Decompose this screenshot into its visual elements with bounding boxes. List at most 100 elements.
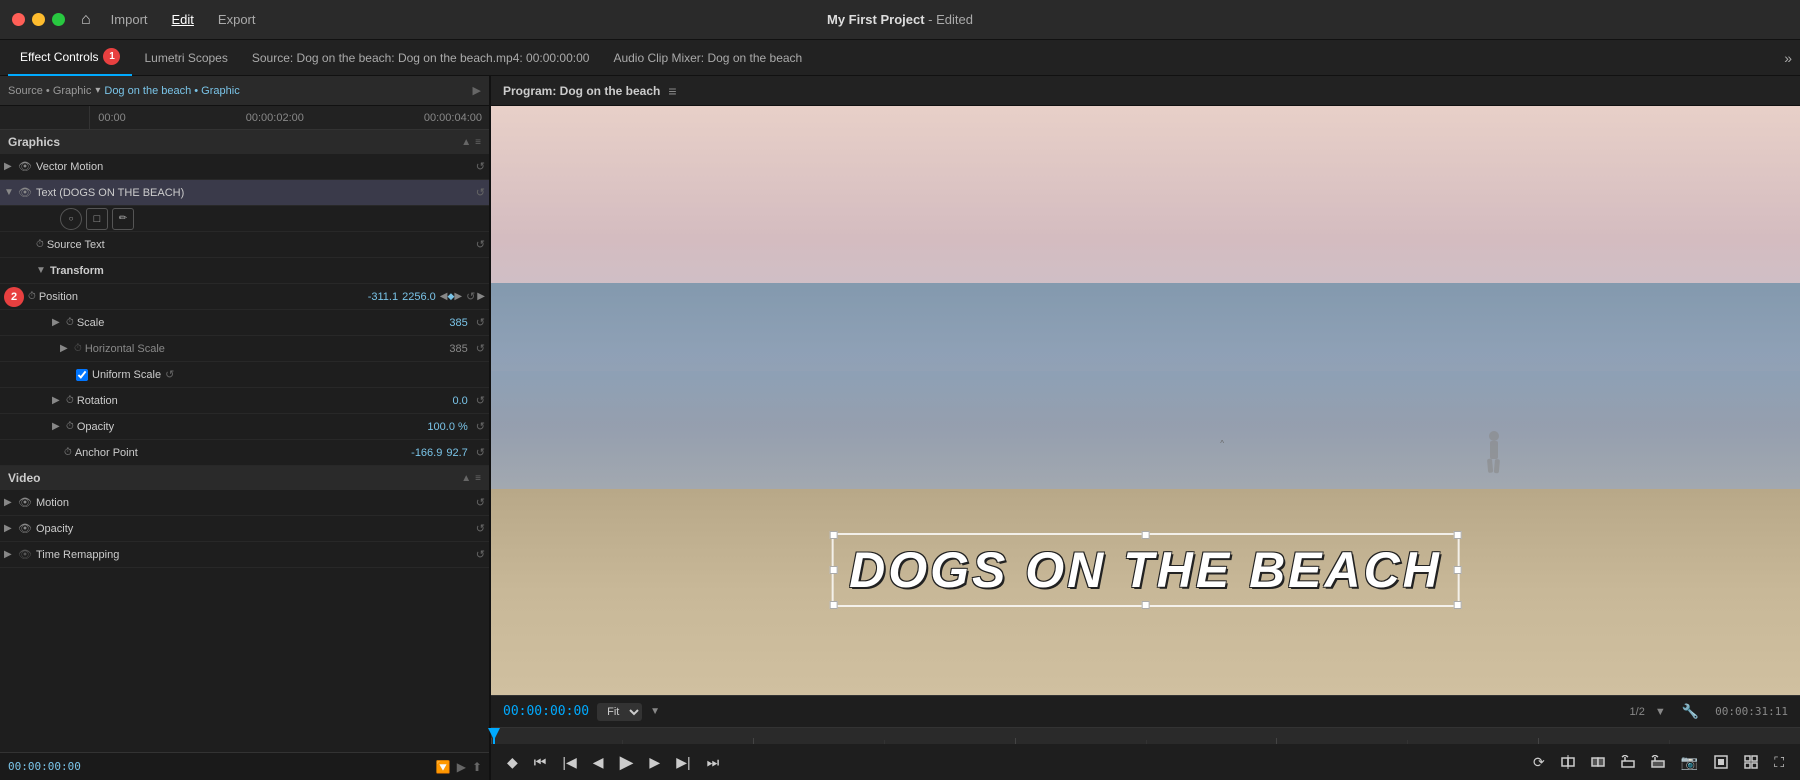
tab-expand-icon[interactable]: » [1784, 50, 1792, 66]
motion-visibility[interactable]: 👁 [18, 496, 32, 509]
opacity-video-reset[interactable]: ↺ [476, 522, 485, 535]
text-overlay-container[interactable]: DOGS ON THE BEACH [831, 533, 1460, 607]
source-text-stopwatch[interactable]: ⏱ [36, 239, 44, 250]
program-scale-dropdown[interactable]: ▼ [1655, 706, 1666, 718]
program-fit-select[interactable]: Fit [597, 703, 642, 721]
full-screen-button[interactable]: ⛶ [1770, 752, 1788, 773]
minimize-button[interactable] [32, 13, 45, 26]
rotation-stopwatch[interactable]: ⏱ [66, 395, 74, 406]
motion-reset[interactable]: ↺ [476, 496, 485, 509]
tab-source[interactable]: Source: Dog on the beach: Dog on the bea… [240, 40, 602, 76]
home-icon[interactable]: ⌂ [81, 11, 91, 29]
loop-button[interactable]: ⟳ [1529, 752, 1549, 773]
anchor-reset[interactable]: ↺ [476, 446, 485, 459]
uniform-scale-reset[interactable]: ↺ [165, 368, 174, 381]
capture-frame-button[interactable]: 📷 [1677, 752, 1702, 773]
add-marker-button[interactable]: ◆ [503, 752, 522, 773]
transform-toggle[interactable]: ▼ [36, 265, 48, 276]
rotation-value[interactable]: 0.0 [452, 395, 467, 407]
handle-tm[interactable] [1141, 531, 1149, 539]
overwrite-button[interactable] [1587, 753, 1609, 771]
opacity-stopwatch[interactable]: ⏱ [66, 421, 74, 432]
time-remap-toggle[interactable]: ▶ [4, 549, 16, 560]
settings-button[interactable] [1740, 753, 1762, 771]
step-back-button[interactable]: ⏮ [530, 752, 551, 773]
text-layer-toggle[interactable]: ▼ [4, 187, 16, 198]
opacity-video-toggle[interactable]: ▶ [4, 523, 16, 534]
pen-tool[interactable]: ✏ [112, 208, 134, 230]
graphics-scroll-up[interactable]: ▲ [461, 137, 471, 148]
source-text-reset[interactable]: ↺ [476, 238, 485, 251]
h-scale-reset[interactable]: ↺ [476, 342, 485, 355]
source-clip-link[interactable]: Dog on the beach • Graphic [104, 85, 239, 97]
extract-button[interactable] [1647, 753, 1669, 771]
scale-stopwatch[interactable]: ⏱ [66, 317, 74, 328]
lift-button[interactable] [1617, 753, 1639, 771]
vector-motion-toggle[interactable]: ▶ [4, 161, 16, 172]
ellipse-tool[interactable]: ○ [60, 208, 82, 230]
anchor-value-x[interactable]: -166.9 [411, 447, 442, 459]
video-scroll-up[interactable]: ▲ [461, 473, 471, 484]
motion-toggle[interactable]: ▶ [4, 497, 16, 508]
position-arrow-right[interactable]: ▶ [477, 291, 485, 302]
text-layer-row[interactable]: ▼ 👁 Text (DOGS ON THE BEACH) ↺ [0, 180, 489, 206]
rotation-toggle[interactable]: ▶ [52, 395, 64, 406]
filter-icon[interactable]: 🔽 [436, 760, 451, 774]
export-frame-button[interactable] [1710, 753, 1732, 771]
go-to-in-button[interactable]: |◀ [558, 752, 580, 773]
h-scale-value[interactable]: 385 [449, 343, 467, 355]
handle-ml[interactable] [829, 566, 837, 574]
uniform-scale-checkbox-label[interactable]: Uniform Scale [76, 369, 161, 381]
tab-audio-clip-mixer[interactable]: Audio Clip Mixer: Dog on the beach [601, 40, 814, 76]
program-menu-icon[interactable]: ≡ [668, 83, 676, 99]
tab-lumetri-scopes[interactable]: Lumetri Scopes [132, 40, 239, 76]
text-layer-visibility[interactable]: 👁 [18, 186, 32, 199]
vector-motion-reset[interactable]: ↺ [476, 160, 485, 173]
step-one-back-button[interactable]: ◀ [589, 752, 608, 773]
step-one-forward-button[interactable]: ▶ [645, 752, 664, 773]
handle-tl[interactable] [829, 531, 837, 539]
position-nav-left[interactable]: ◀ [440, 291, 448, 302]
handle-bl[interactable] [829, 601, 837, 609]
play-button[interactable]: ▶ [616, 750, 638, 775]
handle-br[interactable] [1454, 601, 1462, 609]
nav-import[interactable]: Import [111, 12, 148, 27]
position-value-x[interactable]: -311.1 [368, 291, 398, 303]
program-timeline-strip[interactable] [491, 728, 1800, 744]
step-forward-button[interactable]: ⏭ [703, 752, 724, 773]
program-scale-label[interactable]: 1/2 [1630, 706, 1645, 718]
position-value-y[interactable]: 2256.0 [402, 291, 436, 303]
position-reset[interactable]: ↺ [466, 290, 475, 303]
handle-tr[interactable] [1454, 531, 1462, 539]
scale-value[interactable]: 385 [449, 317, 467, 329]
export-mini-icon[interactable]: ⬆ [472, 760, 482, 774]
tab-effect-controls[interactable]: Effect Controls 1 [8, 40, 132, 76]
h-scale-toggle[interactable]: ▶ [60, 343, 72, 354]
program-timecode[interactable]: 00:00:00:00 [503, 704, 589, 719]
uniform-scale-checkbox[interactable] [76, 369, 88, 381]
anchor-value-y[interactable]: 92.7 [446, 447, 467, 459]
text-layer-reset[interactable]: ↺ [476, 186, 485, 199]
nav-edit[interactable]: Edit [172, 12, 194, 27]
insert-button[interactable] [1557, 753, 1579, 771]
rectangle-tool[interactable]: □ [86, 208, 108, 230]
play-mini-icon[interactable]: ▶ [457, 760, 466, 774]
opacity-toggle[interactable]: ▶ [52, 421, 64, 432]
program-wrench-icon[interactable]: 🔧 [1682, 703, 1699, 720]
nav-export[interactable]: Export [218, 12, 256, 27]
position-nav-right[interactable]: ▶ [454, 291, 462, 302]
opacity-value[interactable]: 100.0 % [427, 421, 467, 433]
maximize-button[interactable] [52, 13, 65, 26]
handle-mr[interactable] [1454, 566, 1462, 574]
handle-bm[interactable] [1141, 601, 1149, 609]
effect-controls-timecode[interactable]: 00:00:00:00 [8, 760, 81, 773]
go-to-out-button[interactable]: ▶| [672, 752, 694, 773]
position-keyframe-diamond[interactable]: ◆ [447, 291, 454, 302]
anchor-stopwatch[interactable]: ⏱ [64, 447, 72, 458]
scale-reset[interactable]: ↺ [476, 316, 485, 329]
source-dropdown-icon[interactable]: ▾ [95, 85, 100, 96]
scale-toggle[interactable]: ▶ [52, 317, 64, 328]
rotation-reset[interactable]: ↺ [476, 394, 485, 407]
time-remap-visibility[interactable]: 👁 [18, 548, 32, 561]
source-panel-toggle[interactable]: ▶ [473, 84, 481, 97]
